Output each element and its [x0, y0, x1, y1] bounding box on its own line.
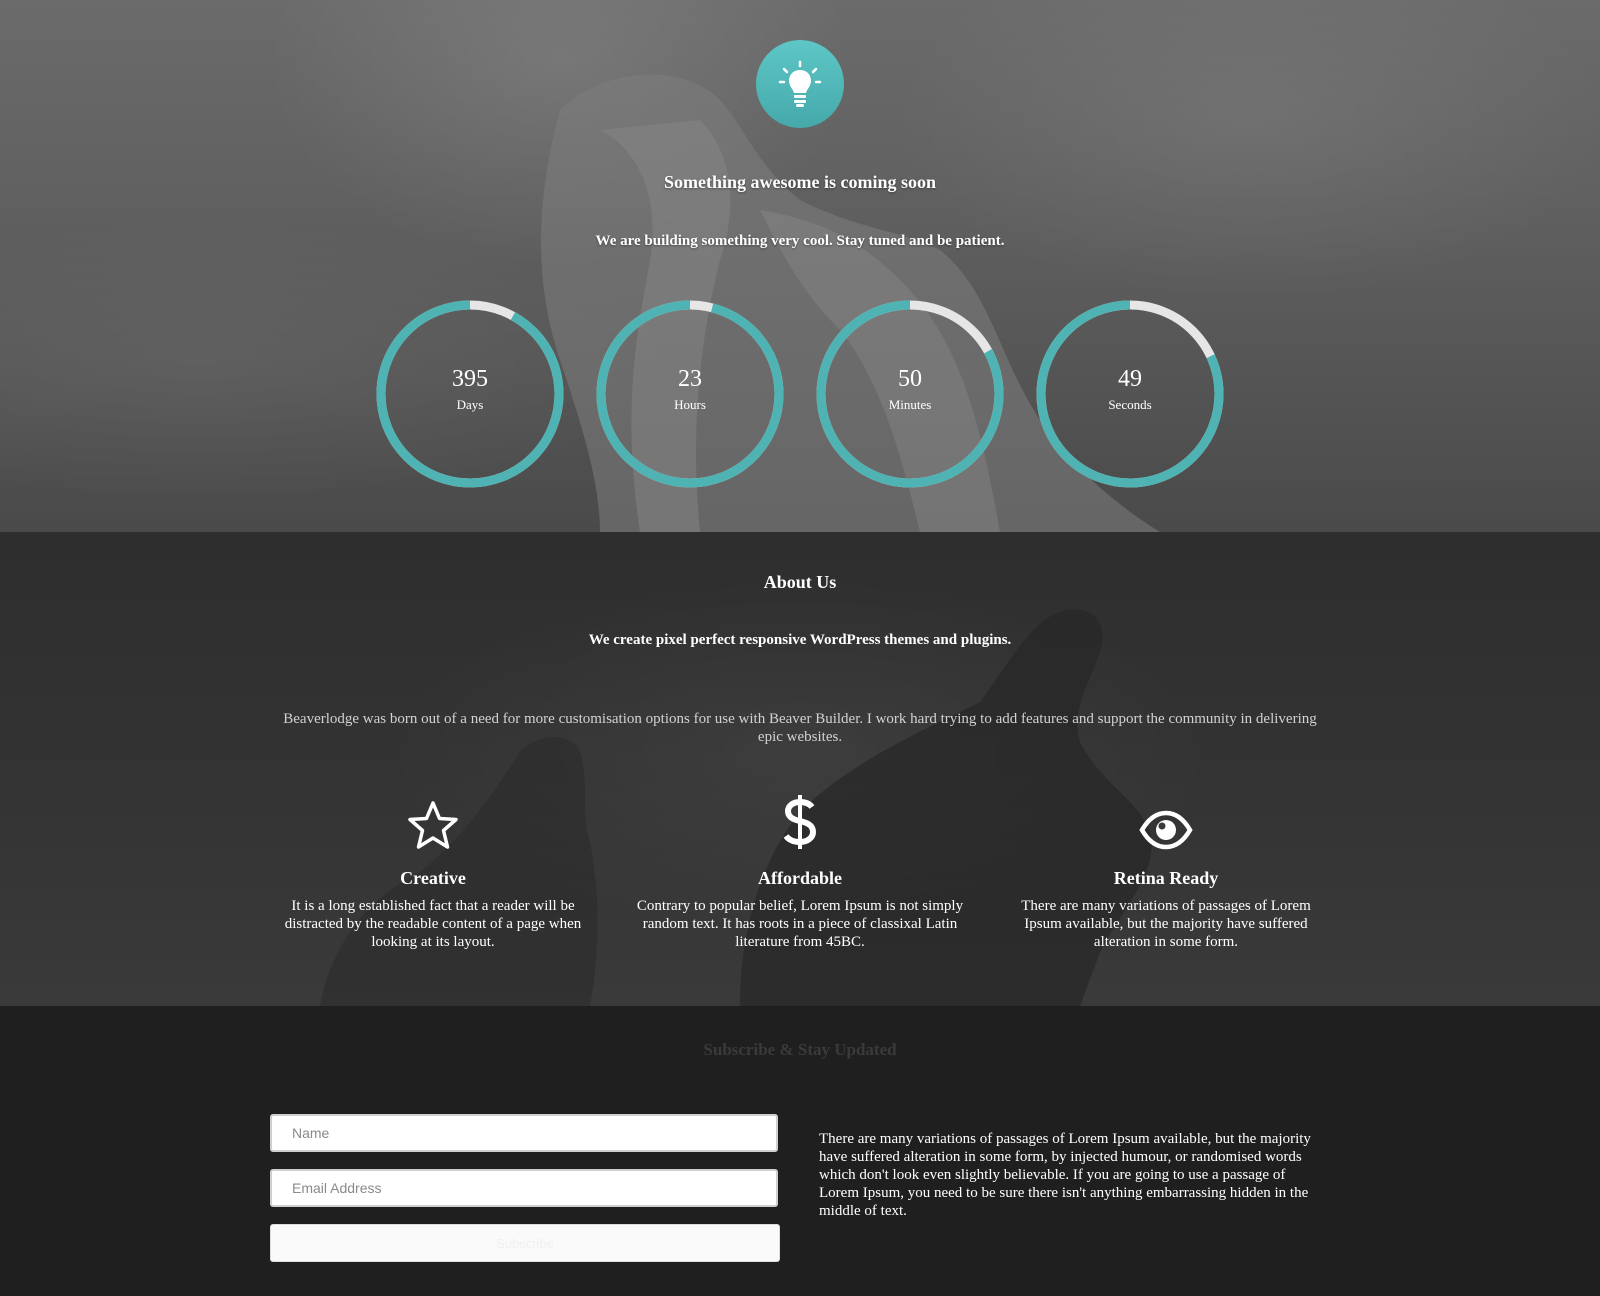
subscribe-description: There are many variations of passages of… [819, 1131, 1311, 1219]
feature-text: It is a long established fact that a rea… [284, 898, 582, 950]
subscribe-title: Subscribe & Stay Updated [703, 1040, 897, 1059]
countdown-seconds: 49 Seconds [1032, 296, 1228, 492]
countdown-hours-value: 23 [678, 366, 702, 392]
countdown-seconds-value: 49 [1118, 366, 1142, 392]
countdown-hours-label: Hours [674, 397, 706, 412]
countdown-hours: 23 Hours [592, 296, 788, 492]
star-icon [408, 801, 458, 849]
countdown-ring-seconds [1036, 300, 1224, 488]
countdown-ring-minutes [816, 300, 1004, 488]
email-field[interactable] [270, 1169, 778, 1207]
feature-title: Creative [400, 868, 466, 888]
countdown-ring-days [376, 300, 564, 488]
countdown-ring-hours [596, 300, 784, 488]
hero-title: Something awesome is coming soon [663, 172, 936, 192]
about-description: Beaverlodge was born out of a need for m… [283, 711, 1317, 745]
feature-title: Retina Ready [1113, 868, 1219, 888]
name-field[interactable] [270, 1114, 778, 1152]
countdown-days-label: Days [456, 397, 484, 412]
about-title: About Us [763, 572, 837, 592]
lightbulb-badge [756, 40, 844, 128]
feature-text: There are many variations of passages of… [1021, 898, 1311, 950]
subscribe-button[interactable]: Subscribe [270, 1224, 780, 1262]
countdown-days-value: 395 [452, 366, 488, 392]
hero-section: Something awesome is coming soon We are … [0, 0, 1600, 532]
countdown-days: 395 Days [372, 296, 568, 492]
countdown-minutes: 50 Minutes [812, 296, 1008, 492]
feature-affordable: Affordable Contrary to popular belief, L… [635, 794, 965, 951]
eye-icon [1139, 810, 1193, 850]
countdown-seconds-label: Seconds [1108, 397, 1152, 412]
about-subtitle: We create pixel perfect responsive WordP… [588, 632, 1012, 648]
feature-text: Contrary to popular belief, Lorem Ipsum … [636, 898, 964, 950]
subscribe-section: Subscribe & Stay Updated Subscribe There… [0, 1006, 1600, 1296]
hero-subtitle: We are building something very cool. Sta… [595, 233, 1005, 249]
feature-title: Affordable [758, 868, 842, 888]
feature-retina-ready: Retina Ready There are many variations o… [1001, 794, 1331, 951]
countdown-minutes-value: 50 [898, 366, 922, 392]
feature-creative: Creative It is a long established fact t… [268, 794, 598, 951]
dollar-icon [783, 795, 817, 849]
lightbulb-icon [778, 60, 822, 107]
countdown-minutes-label: Minutes [888, 397, 932, 412]
about-section: About Us We create pixel perfect respons… [0, 532, 1600, 1006]
